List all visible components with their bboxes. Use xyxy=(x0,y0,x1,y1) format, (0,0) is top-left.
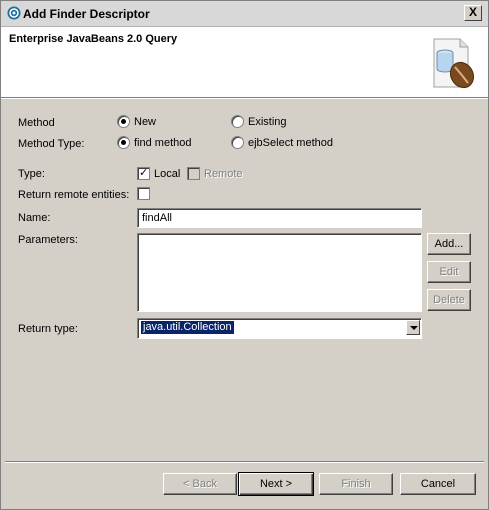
method-new-label[interactable]: New xyxy=(134,116,156,128)
ejb-bean-icon xyxy=(433,38,475,89)
header-separator xyxy=(1,98,488,99)
wizard-header: Enterprise JavaBeans 2.0 Query xyxy=(1,27,488,98)
method-existing-label[interactable]: Existing xyxy=(248,116,287,128)
eclipse-icon xyxy=(7,6,21,20)
method-type-ejbselect-radio[interactable] xyxy=(231,136,244,149)
checkmark-icon: ✓ xyxy=(139,167,149,179)
footer-separator xyxy=(5,461,484,463)
type-remote-checkbox xyxy=(187,167,200,180)
add-button[interactable]: Add... xyxy=(427,233,471,255)
next-button-label: Next > xyxy=(259,478,293,490)
return-remote-checkbox[interactable] xyxy=(137,187,150,200)
method-existing-radio[interactable] xyxy=(231,115,244,128)
cancel-button[interactable]: Cancel xyxy=(400,473,476,495)
back-button-label: < Back xyxy=(183,478,217,490)
return-type-label: Return type: xyxy=(18,323,78,335)
parameters-list[interactable] xyxy=(137,233,422,312)
return-type-combo[interactable]: java.util.Collection xyxy=(137,318,422,339)
type-label: Type: xyxy=(18,168,45,180)
name-field[interactable]: findAll xyxy=(137,208,422,228)
chevron-down-icon[interactable] xyxy=(406,320,420,335)
back-button: < Back xyxy=(163,473,237,495)
return-type-value: java.util.Collection xyxy=(141,321,234,334)
method-type-find-radio[interactable] xyxy=(117,136,130,149)
type-remote-label: Remote xyxy=(204,168,243,180)
type-local-checkbox[interactable]: ✓ xyxy=(137,167,150,180)
cancel-button-label: Cancel xyxy=(420,478,456,490)
close-button[interactable]: X xyxy=(464,5,482,21)
window-title: Add Finder Descriptor xyxy=(23,7,150,21)
method-type-ejbselect-label[interactable]: ejbSelect method xyxy=(248,137,333,149)
name-value: findAll xyxy=(142,212,172,224)
close-icon: X xyxy=(468,5,477,19)
method-type-label: Method Type: xyxy=(18,138,85,150)
edit-button: Edit xyxy=(427,261,471,283)
parameters-label: Parameters: xyxy=(18,234,78,246)
dialog-window: Add Finder Descriptor X Enterprise JavaB… xyxy=(0,0,489,510)
method-type-find-label[interactable]: find method xyxy=(134,137,191,149)
name-label: Name: xyxy=(18,212,51,224)
type-local-label[interactable]: Local xyxy=(154,168,180,180)
method-new-radio[interactable] xyxy=(117,115,130,128)
title-bar[interactable]: Add Finder Descriptor X xyxy=(1,1,488,27)
finish-button: Finish xyxy=(319,473,393,495)
delete-button: Delete xyxy=(427,289,471,311)
next-button[interactable]: Next > xyxy=(238,472,314,496)
return-remote-label: Return remote entities: xyxy=(18,189,130,201)
header-title: Enterprise JavaBeans 2.0 Query xyxy=(9,33,178,45)
method-label: Method xyxy=(18,117,55,129)
finish-button-label: Finish xyxy=(341,478,371,490)
